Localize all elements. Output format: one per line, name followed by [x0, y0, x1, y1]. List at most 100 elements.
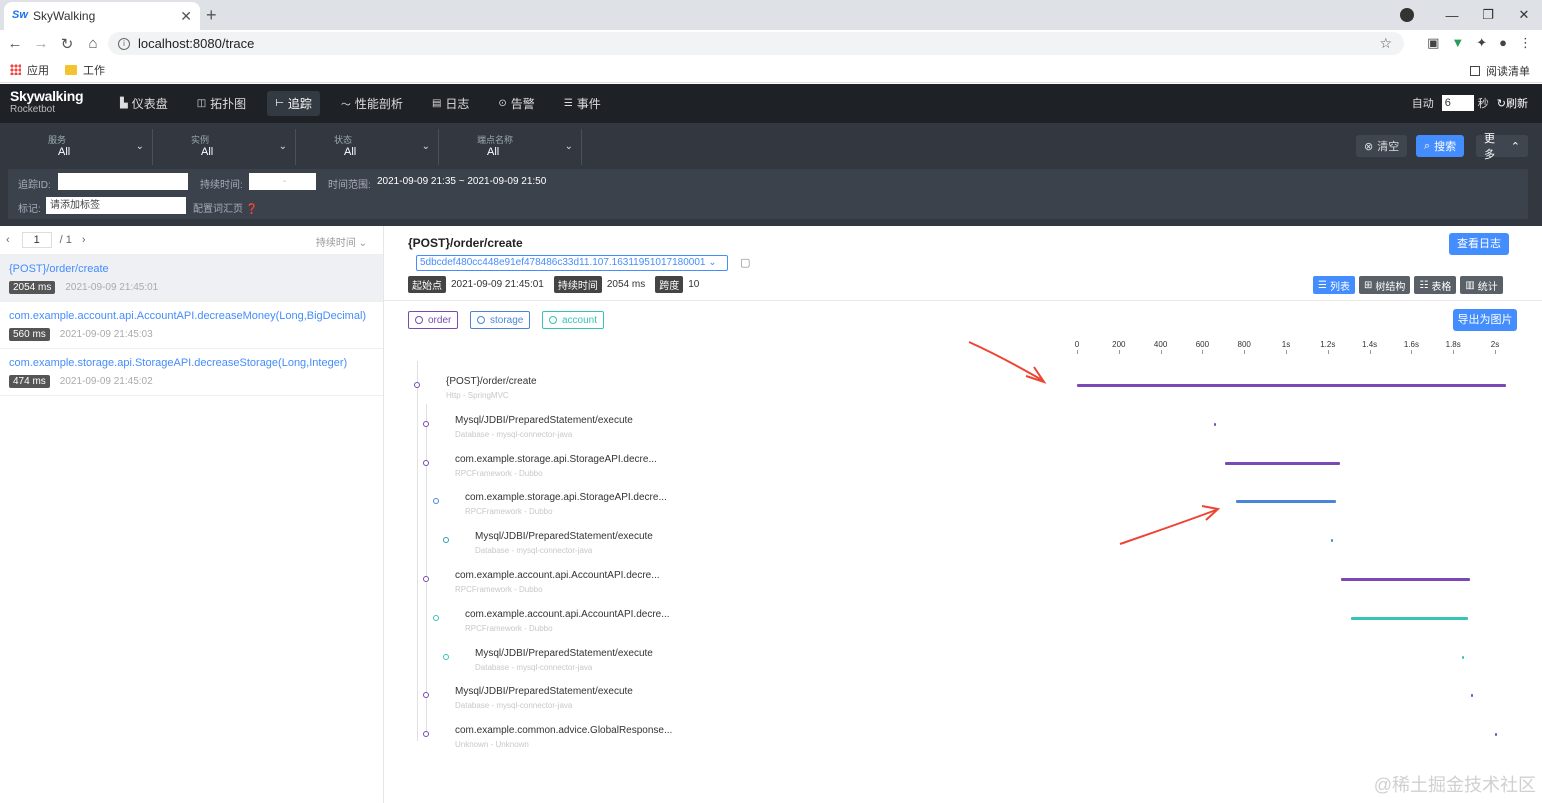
trace-id-select[interactable]: 5dbcdef480cc448e91ef478486c33d11.107.163… [416, 255, 728, 271]
copy-icon[interactable]: ▢ [740, 256, 750, 269]
bookmark-star-icon[interactable]: ☆ [1379, 35, 1392, 52]
table-view-button[interactable]: ☷ 表格 [1414, 276, 1457, 294]
stats-view-button[interactable]: ▥ 统计 [1460, 276, 1503, 294]
list-icon: ☰ [1318, 279, 1327, 291]
span-duration-bar[interactable] [1494, 733, 1497, 737]
trace-list-item[interactable]: com.example.account.api.AccountAPI.decre… [0, 302, 383, 349]
span-component: RPCFramework - Dubbo [465, 507, 553, 517]
extension-icon[interactable]: ▣ [1427, 35, 1439, 51]
span-duration-bar[interactable] [1350, 616, 1468, 620]
site-info-icon[interactable]: i [118, 37, 130, 50]
service-tag-storage[interactable]: storage [470, 311, 531, 329]
export-image-button[interactable]: 导出为图片 [1453, 309, 1517, 331]
close-tab-icon[interactable]: ✕ [180, 8, 192, 25]
new-tab-icon[interactable]: + [206, 5, 217, 26]
time-range-value[interactable]: 2021-09-09 21:35 ~ 2021-09-09 21:50 [377, 176, 546, 187]
span-node-dot [414, 382, 420, 388]
prev-page-icon[interactable]: ‹ [6, 234, 10, 246]
more-button[interactable]: 更多 ⌃ [1476, 133, 1528, 161]
puzzle-icon[interactable]: ✦ [1476, 35, 1487, 51]
forward-icon[interactable]: → [28, 35, 54, 52]
search-icon: ⌕ [1424, 139, 1431, 152]
app-logo: Skywalking Rocketbot [10, 88, 84, 115]
bookmark-work[interactable]: 工作 [65, 62, 105, 78]
span-duration-bar[interactable] [1235, 500, 1336, 504]
menu-log[interactable]: ▤ 日志 [424, 91, 477, 116]
tree-view-button[interactable]: ⊞ 树结构 [1358, 276, 1411, 294]
axis-tick-label: 800 [1237, 340, 1251, 349]
span-node-dot [423, 459, 429, 466]
chevron-up-icon: ⌃ [1510, 140, 1520, 153]
next-page-icon[interactable]: › [82, 234, 86, 246]
endpoint-select[interactable]: 端点名称 All ⌄ [439, 129, 582, 165]
clear-button[interactable]: ⊗ 清空 [1356, 135, 1408, 157]
axis-tick-label: 1.4s [1362, 340, 1378, 349]
sort-select[interactable]: 持续时间 ⌄ [316, 234, 367, 249]
url-field[interactable]: i localhost:8080/trace ☆ [108, 32, 1404, 55]
search-button[interactable]: ⌕ 搜索 [1416, 135, 1465, 157]
trace-id-input[interactable] [58, 173, 188, 190]
minimize-icon[interactable]: — [1434, 8, 1470, 23]
span-duration-bar[interactable] [1470, 694, 1473, 698]
address-bar-row: ← → ↻ ⌂ i localhost:8080/trace ☆ ▣ ▼ ✦ ●… [0, 30, 1542, 57]
status-select[interactable]: 状态 All ⌄ [296, 129, 439, 165]
menu-profiling[interactable]: 〜性能剖析 [333, 91, 411, 116]
axis-tick [1077, 350, 1078, 354]
bookmark-apps[interactable]: 应用 [10, 62, 49, 78]
restore-icon[interactable]: ❐ [1470, 7, 1506, 23]
circle-icon [549, 316, 557, 324]
view-logs-button[interactable]: 查看日志 [1449, 233, 1509, 255]
auto-interval-input[interactable]: 6 [1441, 95, 1474, 111]
span-name: com.example.account.api.AccountAPI.decre… [455, 570, 660, 581]
service-tag-order[interactable]: order [408, 311, 459, 329]
chevron-down-icon: ⌄ [421, 141, 430, 152]
tags-label: 标记: [18, 204, 41, 215]
instance-select[interactable]: 实例 All ⌄ [153, 129, 296, 165]
back-icon[interactable]: ← [2, 35, 28, 52]
kebab-menu-icon[interactable]: ⋮ [1519, 35, 1532, 51]
tags-input[interactable]: 请添加标签 [46, 197, 186, 214]
avatar-icon[interactable]: ● [1499, 35, 1507, 51]
trace-title: {POST}/order/create [408, 236, 523, 250]
trace-list-item[interactable]: {POST}/order/create 2054 ms 2021-09-09 21… [0, 255, 383, 302]
menu-alarm[interactable]: ⊙ 告警 [490, 91, 542, 116]
profile-indicator-icon[interactable] [1400, 8, 1414, 22]
menu-topology[interactable]: ◫ 拓扑图 [189, 91, 254, 116]
span-duration-bar[interactable] [1225, 461, 1341, 465]
divider [384, 300, 1542, 301]
list-view-button[interactable]: ☰ 列表 [1313, 276, 1355, 294]
browser-tab[interactable]: Sw SkyWalking ✕ [4, 2, 200, 30]
reading-list[interactable]: 阅读清单 [1470, 63, 1530, 79]
axis-tick [1327, 350, 1329, 354]
vue-devtools-icon[interactable]: ▼ [1451, 35, 1464, 51]
dashboard-icon: ▙ [120, 98, 128, 109]
span-duration-bar[interactable] [1330, 539, 1333, 543]
span-node-dot [443, 653, 449, 660]
span-name: Mysql/JDBI/PreparedStatement/execute [455, 686, 633, 698]
axis-tick [1118, 350, 1120, 354]
axis-tick [1453, 350, 1455, 354]
span-duration-bar[interactable] [1462, 655, 1465, 659]
span-duration-bar[interactable] [1213, 422, 1216, 426]
trace-id-label: 追踪ID: [18, 180, 51, 191]
close-window-icon[interactable]: ✕ [1506, 7, 1542, 23]
duration-label: 持续时间: [200, 180, 243, 191]
watermark: @稀土掘金技术社区 [1373, 775, 1536, 795]
service-select[interactable]: 服务 All ⌄ [10, 129, 153, 165]
home-icon[interactable]: ⌂ [80, 35, 106, 52]
span-duration-bar[interactable] [1077, 384, 1506, 387]
duration-label: 持续时间 [553, 276, 602, 293]
axis-tick-label: 1s [1281, 340, 1291, 349]
span-name: com.example.common.advice.GlobalResponse… [455, 725, 673, 737]
menu-trace[interactable]: ⊢ 追踪 [267, 91, 320, 116]
service-tag-account[interactable]: account [542, 311, 605, 329]
trace-list-item[interactable]: com.example.storage.api.StorageAPI.decre… [0, 349, 383, 396]
reload-icon[interactable]: ↻ [54, 35, 80, 53]
duration-input[interactable]: - [249, 173, 316, 190]
menu-event[interactable]: ☰ 事件 [556, 91, 609, 116]
config-link[interactable]: 配置词汇页 ❓ [193, 200, 258, 215]
span-duration-bar[interactable] [1341, 578, 1470, 581]
page-input[interactable]: 1 [21, 232, 52, 248]
refresh-button[interactable]: ↻刷新 [1497, 95, 1528, 111]
menu-dashboard[interactable]: ▙ 仪表盘 [112, 91, 176, 116]
